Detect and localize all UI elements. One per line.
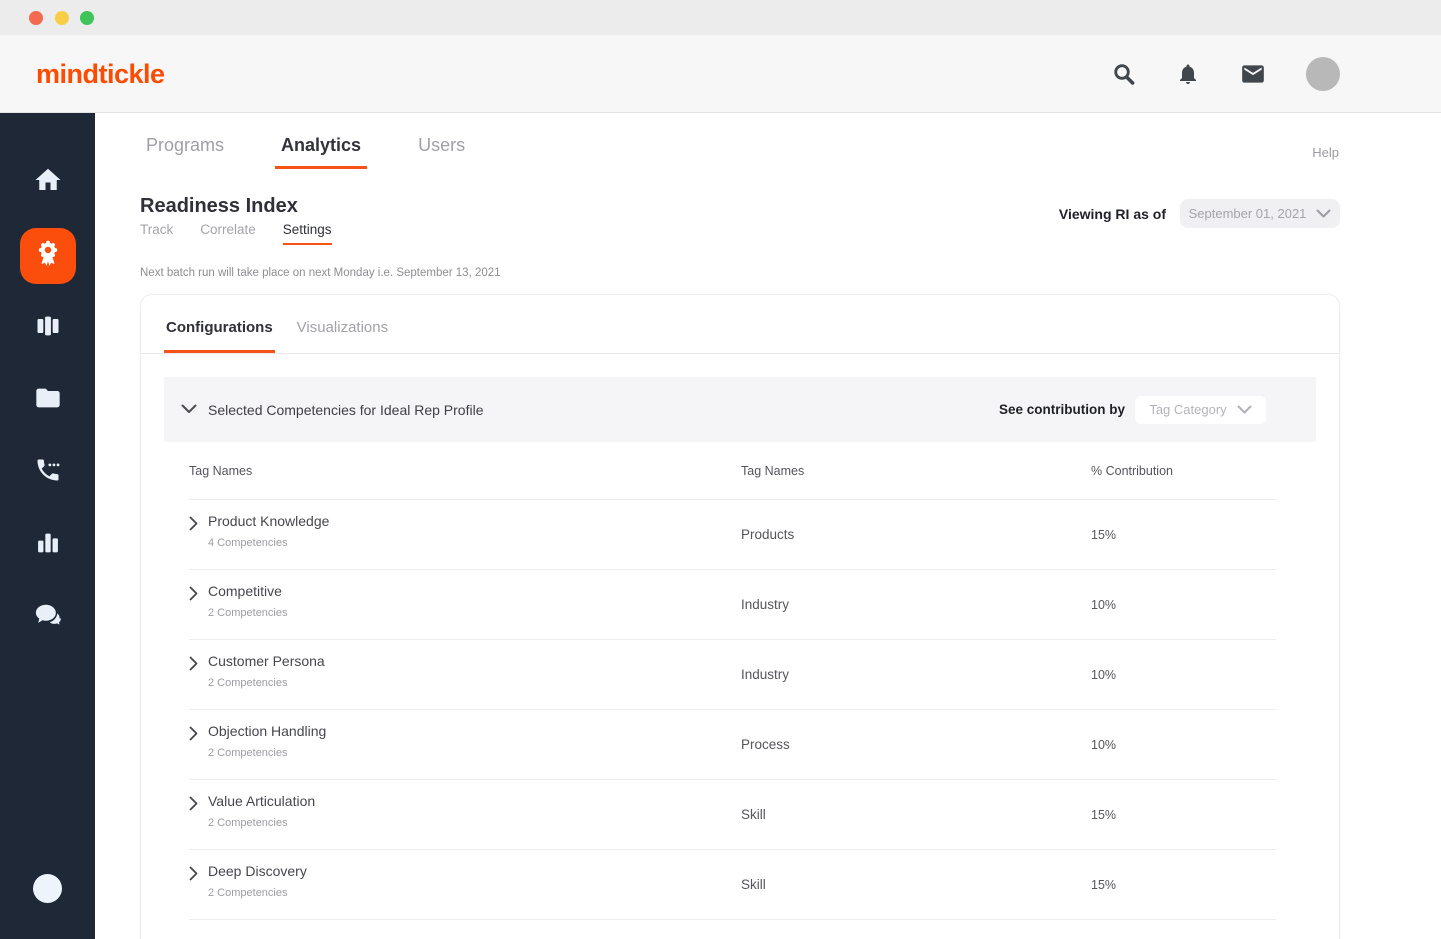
- expand-row-icon[interactable]: [189, 516, 198, 531]
- competency-count: 2 Competencies: [208, 747, 288, 759]
- window-titlebar: [0, 0, 1441, 35]
- subtab-settings[interactable]: Settings: [282, 222, 332, 245]
- mindtickle-logo[interactable]: mindtickle: [36, 59, 165, 90]
- tab-configurations[interactable]: Configurations: [164, 319, 275, 353]
- tag-category-value: Products: [741, 527, 795, 542]
- tag-category-value: Industry: [741, 667, 790, 682]
- contribution-percent: 10%: [1091, 597, 1117, 612]
- primary-nav: Programs Analytics Users: [140, 135, 471, 169]
- table-row[interactable]: Deep Discovery 2 Competencies Skill 15%: [189, 850, 1276, 920]
- tab-visualizations[interactable]: Visualizations: [295, 319, 390, 353]
- sidebar-item-calls[interactable]: [20, 444, 76, 500]
- sidebar-item-library[interactable]: [20, 372, 76, 428]
- table-row[interactable]: Product Knowledge 4 Competencies Product…: [189, 500, 1276, 570]
- competency-name: Value Articulation: [208, 793, 316, 809]
- tag-category-value: Process: [741, 737, 790, 752]
- ri-date-value: September 01, 2021: [1188, 206, 1307, 221]
- competency-count: 2 Competencies: [208, 817, 288, 829]
- competencies-table: Tag Names Tag Names % Contribution Produ…: [189, 442, 1276, 920]
- window-maximize-button[interactable]: [80, 11, 94, 25]
- expand-row-icon[interactable]: [189, 656, 198, 671]
- tag-category-value: Industry: [741, 597, 790, 612]
- contribution-percent: 15%: [1091, 527, 1117, 542]
- column-header-tag-names: Tag Names: [189, 463, 253, 478]
- contribution-percent: 15%: [1091, 807, 1117, 822]
- sidebar-item-modules[interactable]: [20, 300, 76, 356]
- folder-icon: [34, 384, 62, 417]
- expand-row-icon[interactable]: [189, 866, 198, 881]
- columns-icon: [34, 312, 62, 345]
- search-icon[interactable]: [1112, 62, 1136, 86]
- subtab-correlate[interactable]: Correlate: [200, 222, 256, 245]
- tab-users[interactable]: Users: [412, 135, 471, 169]
- readiness-subtabs: Track Correlate Settings: [140, 222, 332, 245]
- window-minimize-button[interactable]: [55, 11, 69, 25]
- viewing-ri-label: Viewing RI as of: [1058, 205, 1166, 222]
- expand-row-icon[interactable]: [189, 726, 198, 741]
- competency-name: Deep Discovery: [208, 863, 307, 879]
- table-header-row: Tag Names Tag Names % Contribution: [189, 442, 1276, 500]
- competencies-section-header: Selected Competencies for Ideal Rep Prof…: [164, 377, 1316, 442]
- subtab-track[interactable]: Track: [140, 222, 173, 245]
- chevron-down-icon: [1316, 206, 1331, 221]
- notifications-bell-icon[interactable]: [1176, 62, 1200, 86]
- competency-name: Competitive: [208, 583, 282, 599]
- medal-icon: [32, 238, 64, 275]
- table-row[interactable]: Objection Handling 2 Competencies Proces…: [189, 710, 1276, 780]
- batch-run-note: Next batch run will take place on next M…: [140, 267, 501, 279]
- chat-bubbles-icon: [33, 601, 63, 636]
- competency-count: 4 Competencies: [208, 537, 288, 549]
- user-avatar[interactable]: [1306, 57, 1340, 91]
- phone-call-icon: [34, 456, 62, 489]
- contribution-percent: 10%: [1091, 737, 1117, 752]
- competency-count: 2 Competencies: [208, 677, 288, 689]
- app-header: mindtickle: [0, 35, 1441, 113]
- tab-programs[interactable]: Programs: [140, 135, 230, 169]
- sidebar-item-home[interactable]: [20, 154, 76, 210]
- bar-chart-icon: [34, 529, 62, 562]
- settings-card: Configurations Visualizations Selected C…: [140, 294, 1340, 939]
- ri-date-dropdown[interactable]: September 01, 2021: [1180, 199, 1340, 228]
- competency-name: Product Knowledge: [208, 513, 330, 529]
- tag-category-value: Tag Category: [1149, 402, 1227, 417]
- table-row[interactable]: Customer Persona 2 Competencies Industry…: [189, 640, 1276, 710]
- help-bubble[interactable]: [33, 874, 62, 903]
- sidebar-item-analytics[interactable]: [20, 517, 76, 573]
- table-body: Product Knowledge 4 Competencies Product…: [189, 500, 1276, 920]
- main-content: Programs Analytics Users Help Readiness …: [95, 113, 1441, 939]
- help-link[interactable]: Help: [1312, 145, 1339, 160]
- contribution-percent: 10%: [1091, 667, 1117, 682]
- viewing-ri-control: Viewing RI as of September 01, 2021: [1059, 199, 1340, 228]
- section-title: Selected Competencies for Ideal Rep Prof…: [208, 401, 484, 418]
- main-sidebar: [0, 113, 95, 939]
- table-row[interactable]: Competitive 2 Competencies Industry 10%: [189, 570, 1276, 640]
- contribution-by-label: See contribution by: [998, 402, 1125, 417]
- home-icon: [33, 165, 63, 200]
- competency-count: 2 Competencies: [208, 607, 288, 619]
- card-tabs: Configurations Visualizations: [141, 295, 1339, 354]
- tag-category-value: Skill: [741, 877, 766, 892]
- competency-count: 2 Competencies: [208, 887, 288, 899]
- window-close-button[interactable]: [29, 11, 43, 25]
- expand-row-icon[interactable]: [189, 586, 198, 601]
- expand-row-icon[interactable]: [189, 796, 198, 811]
- page-title: Readiness Index: [140, 195, 298, 217]
- contribution-percent: 15%: [1091, 877, 1117, 892]
- sidebar-item-coaching[interactable]: [20, 590, 76, 646]
- tab-analytics[interactable]: Analytics: [275, 135, 368, 169]
- column-header-contribution: % Contribution: [1091, 463, 1173, 478]
- collapse-section-icon[interactable]: [181, 401, 197, 419]
- tag-category-dropdown[interactable]: Tag Category: [1135, 395, 1266, 424]
- competency-name: Customer Persona: [208, 653, 325, 669]
- tag-category-value: Skill: [741, 807, 766, 822]
- competency-name: Objection Handling: [208, 723, 327, 739]
- sidebar-item-readiness[interactable]: [20, 228, 76, 284]
- chevron-down-icon: [1237, 402, 1252, 417]
- mail-icon[interactable]: [1240, 61, 1266, 87]
- column-header-tag-names-2: Tag Names: [741, 463, 805, 478]
- table-row[interactable]: Value Articulation 2 Competencies Skill …: [189, 780, 1276, 850]
